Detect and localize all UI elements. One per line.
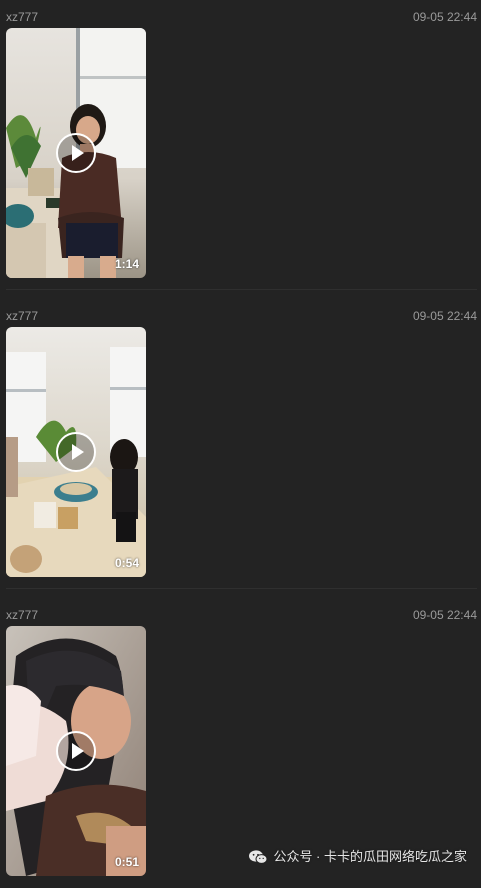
message-timestamp: 09-05 22:44: [412, 309, 477, 323]
message-timestamp: 09-05 22:44: [412, 10, 477, 24]
sender-name: xz777: [6, 309, 39, 323]
message-meta: xz777 09-05 22:44: [6, 9, 477, 25]
play-button[interactable]: [56, 133, 96, 173]
sender-name: xz777: [6, 10, 39, 24]
divider: [6, 289, 477, 290]
account-watermark: 公众号 · 卡卡的瓜田网络吃瓜之家: [248, 848, 467, 866]
video-duration: 1:14: [114, 257, 139, 271]
watermark-text: 公众号 · 卡卡的瓜田网络吃瓜之家: [273, 849, 467, 864]
message-timestamp: 09-05 22:44: [412, 608, 477, 622]
play-button[interactable]: [56, 432, 96, 472]
sender-name: xz777: [6, 608, 39, 622]
video-thumbnail[interactable]: 1:14: [6, 28, 146, 278]
video-message: xz777 09-05 22:44: [0, 0, 481, 290]
play-button[interactable]: [56, 731, 96, 771]
play-icon: [72, 444, 84, 460]
message-meta: xz777 09-05 22:44: [6, 607, 477, 623]
play-icon: [72, 145, 84, 161]
video-duration: 0:51: [114, 855, 139, 869]
divider: [6, 588, 477, 589]
video-thumbnail[interactable]: 0:54: [6, 327, 146, 577]
play-icon: [72, 743, 84, 759]
message-meta: xz777 09-05 22:44: [6, 308, 477, 324]
video-message: xz777 09-05 22:44: [0, 299, 481, 589]
chat-message-feed: xz777 09-05 22:44 1:14 xz777 09-05 22:44…: [0, 0, 481, 877]
video-duration: 0:54: [114, 556, 139, 570]
video-thumbnail[interactable]: 0:51: [6, 626, 146, 876]
wechat-icon: [248, 849, 268, 865]
video-message: xz777 09-05 22:44: [0, 598, 481, 888]
